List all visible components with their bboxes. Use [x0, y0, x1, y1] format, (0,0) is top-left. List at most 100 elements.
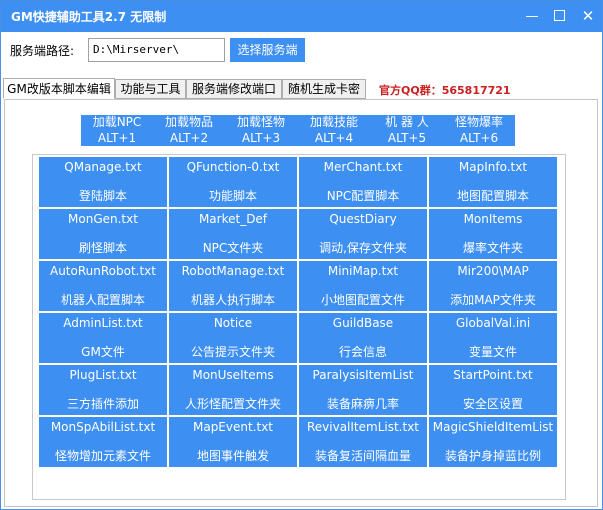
tab-script-edit[interactable]: GM改版本脚本编辑 — [3, 78, 115, 99]
file-description: 地图事件触发 — [196, 449, 269, 463]
tab-functions-tools[interactable]: 功能与工具 — [115, 79, 186, 99]
shortcut-key: ALT+1 — [97, 131, 137, 145]
file-description: 装备麻痹几率 — [326, 397, 399, 411]
shortcut-label: 加载怪物 — [236, 115, 285, 129]
tab-server-ports[interactable]: 服务端修改端口 — [186, 79, 282, 99]
file-description: 功能脚本 — [208, 189, 257, 203]
file-description: 装备护身掉蓝比例 — [444, 449, 541, 463]
close-icon: ✕ — [581, 7, 595, 25]
grid-button[interactable]: Notice 公告提示文件夹 — [169, 313, 297, 363]
file-name: MiniMap.txt — [327, 264, 399, 278]
grid-button[interactable]: RevivalItemList.txt 装备复活间隔血量 — [299, 417, 427, 467]
file-description: 刷怪脚本 — [78, 241, 127, 255]
file-name: Notice — [213, 316, 253, 330]
minimize-icon — [526, 16, 538, 17]
file-name: GlobalVal.ini — [455, 316, 531, 330]
grid-button[interactable]: MapInfo.txt 地图配置脚本 — [429, 157, 557, 207]
server-path-label: 服务端路径: — [10, 44, 75, 58]
grid-button[interactable]: QManage.txt 登陆脚本 — [39, 157, 167, 207]
shortcut-label: 机 器 人 — [385, 115, 429, 129]
close-button[interactable]: ✕ — [576, 5, 600, 27]
file-description: NPC配置脚本 — [326, 189, 400, 203]
grid-button[interactable]: Market_Def NPC文件夹 — [169, 209, 297, 259]
maximize-button[interactable] — [548, 5, 572, 27]
grid-button[interactable]: GuildBase 行会信息 — [299, 313, 427, 363]
file-name: MapInfo.txt — [458, 160, 528, 174]
maximize-icon — [554, 10, 565, 21]
robot-button[interactable]: 机 器 人 ALT+5 — [371, 115, 443, 146]
grid-button[interactable]: MapEvent.txt 地图事件触发 — [169, 417, 297, 467]
shortcut-label: 加载技能 — [309, 115, 358, 129]
select-server-button[interactable]: 选择服务端 — [230, 38, 305, 62]
grid-button[interactable]: AdminList.txt GM文件 — [39, 313, 167, 363]
shortcut-key: ALT+6 — [459, 131, 499, 145]
shortcut-key: ALT+2 — [169, 131, 209, 145]
grid-button[interactable]: MonSpAbilList.txt 怪物增加元素文件 — [39, 417, 167, 467]
file-description: GM文件 — [81, 345, 125, 359]
grid-button[interactable]: MonItems 爆率文件夹 — [429, 209, 557, 259]
file-description: 公告提示文件夹 — [190, 345, 275, 359]
file-name: GuildBase — [332, 316, 394, 330]
shortcut-key: ALT+4 — [314, 131, 354, 145]
grid-button[interactable]: QuestDiary 调动,保存文件夹 — [299, 209, 427, 259]
tab-card-keys[interactable]: 随机生成卡密 — [282, 79, 366, 99]
file-description: 变量文件 — [468, 345, 517, 359]
file-description: 装备复活间隔血量 — [314, 449, 411, 463]
load-skills-button[interactable]: 加载技能 ALT+4 — [297, 115, 371, 146]
grid-button[interactable]: StartPoint.txt 安全区设置 — [429, 365, 557, 415]
file-name: MagicShieldItemList — [432, 420, 554, 434]
monster-drop-rate-button[interactable]: 怪物爆率 ALT+6 — [443, 115, 515, 146]
file-name: RevivalItemList.txt — [306, 420, 420, 434]
file-name: PlugList.txt — [69, 368, 137, 382]
file-description: 登陆脚本 — [78, 189, 127, 203]
file-name: MonGen.txt — [68, 212, 138, 226]
file-description: 地图配置脚本 — [456, 189, 529, 203]
file-description: 三方插件添加 — [66, 397, 139, 411]
file-description: 添加MAP文件夹 — [450, 293, 536, 307]
grid-button[interactable]: MonGen.txt 刷怪脚本 — [39, 209, 167, 259]
window-title: GM快捷辅助工具2.7 无限制 — [11, 10, 167, 24]
file-name: AutoRunRobot.txt — [49, 264, 156, 278]
grid-button[interactable]: QFunction-0.txt 功能脚本 — [169, 157, 297, 207]
file-description: 调动,保存文件夹 — [319, 241, 407, 255]
file-name: Market_Def — [198, 212, 268, 226]
file-name: ParalysisItemList — [312, 368, 414, 382]
minimize-button[interactable] — [520, 5, 544, 27]
file-name: StartPoint.txt — [453, 368, 533, 382]
load-npc-button[interactable]: 加载NPC ALT+1 — [81, 115, 153, 146]
main-window: GM快捷辅助工具2.7 无限制 ✕ 服务端路径: D:\Mirserver\ 选… — [0, 0, 603, 510]
grid-button[interactable]: MonUseItems 人形怪配置文件夹 — [169, 365, 297, 415]
file-name: AdminList.txt — [63, 316, 143, 330]
server-path-input[interactable]: D:\Mirserver\ — [88, 38, 225, 62]
shortcut-key: ALT+3 — [241, 131, 281, 145]
file-name: RobotManage.txt — [181, 264, 285, 278]
grid-button[interactable]: Mir200\MAP 添加MAP文件夹 — [429, 261, 557, 311]
title-bar: GM快捷辅助工具2.7 无限制 ✕ — [1, 1, 602, 32]
file-name: QuestDiary — [329, 212, 397, 226]
file-description: 人形怪配置文件夹 — [184, 397, 281, 411]
grid-button[interactable]: PlugList.txt 三方插件添加 — [39, 365, 167, 415]
grid-button[interactable]: GlobalVal.ini 变量文件 — [429, 313, 557, 363]
file-name: MonItems — [463, 212, 523, 226]
file-name: Mir200\MAP — [457, 264, 529, 278]
file-name: QFunction-0.txt — [186, 160, 280, 174]
file-description: 机器人配置脚本 — [60, 293, 145, 307]
grid-button[interactable]: ParalysisItemList 装备麻痹几率 — [299, 365, 427, 415]
shortcut-label: 怪物爆率 — [454, 115, 503, 129]
grid-button[interactable]: RobotManage.txt 机器人执行脚本 — [169, 261, 297, 311]
file-name: MapEvent.txt — [192, 420, 274, 434]
file-description: 行会信息 — [338, 345, 387, 359]
file-description: 爆率文件夹 — [462, 241, 523, 255]
load-monsters-button[interactable]: 加载怪物 ALT+3 — [225, 115, 297, 146]
shortcut-label: 加载NPC — [92, 115, 142, 129]
file-description: NPC文件夹 — [202, 241, 264, 255]
load-items-button[interactable]: 加载物品 ALT+2 — [153, 115, 225, 146]
grid-button[interactable]: MiniMap.txt 小地图配置文件 — [299, 261, 427, 311]
file-name: MonSpAbilList.txt — [50, 420, 156, 434]
file-description: 安全区设置 — [462, 397, 523, 411]
grid-button[interactable]: MagicShieldItemList 装备护身掉蓝比例 — [429, 417, 557, 467]
file-name: MerChant.txt — [323, 160, 403, 174]
file-description: 小地图配置文件 — [320, 293, 405, 307]
grid-button[interactable]: MerChant.txt NPC配置脚本 — [299, 157, 427, 207]
grid-button[interactable]: AutoRunRobot.txt 机器人配置脚本 — [39, 261, 167, 311]
